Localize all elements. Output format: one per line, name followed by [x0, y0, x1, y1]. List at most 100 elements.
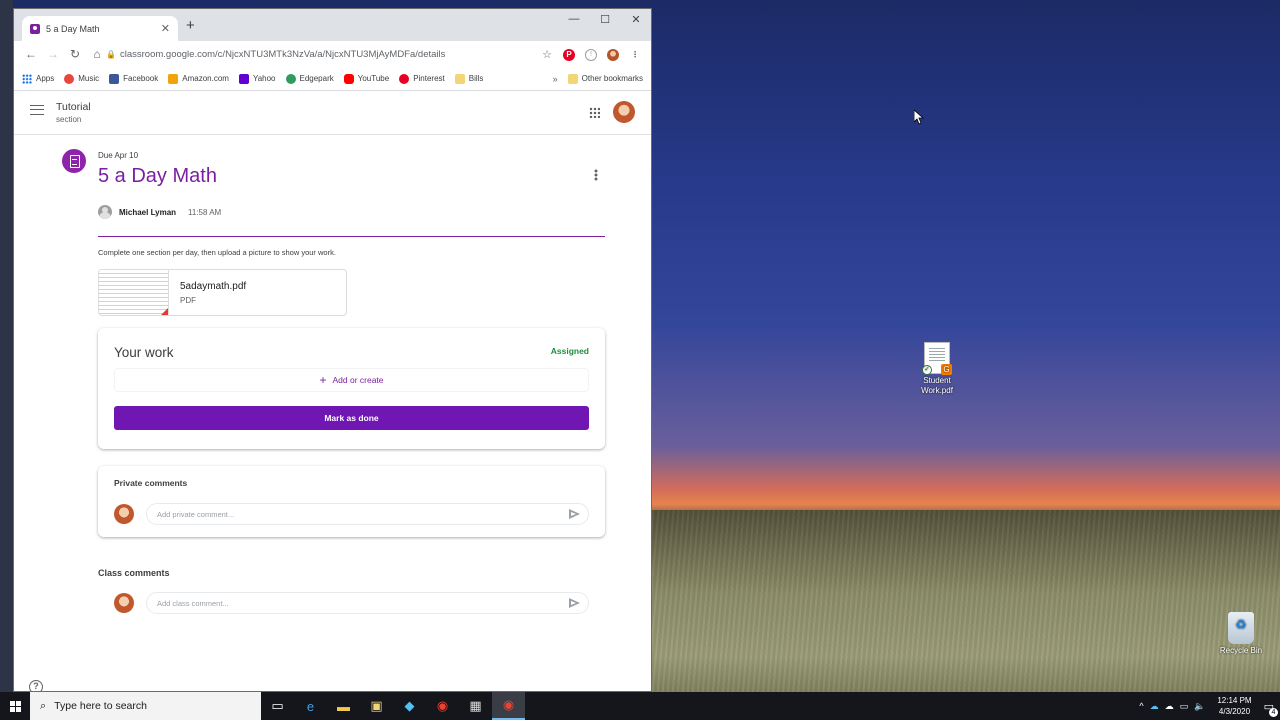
calculator-icon[interactable]: ▦	[459, 692, 492, 720]
more-bookmarks-icon[interactable]: »	[553, 74, 558, 84]
instructions: Complete one section per day, then uploa…	[98, 248, 336, 257]
taskbar: ⌕ Type here to search ▭ e ▬ ▣ ◆ ◉ ▦ ◉ ^ …	[0, 692, 1280, 720]
bookmark-amazon[interactable]: Amazon.com	[168, 73, 229, 84]
send-icon[interactable]	[569, 598, 580, 608]
tab-title: 5 a Day Math	[46, 23, 100, 34]
bookmark-star-icon[interactable]: ☆	[541, 49, 553, 61]
chrome-icon[interactable]: ◉	[426, 692, 459, 720]
due-date: Due Apr 10	[98, 151, 139, 160]
pinterest-extension-icon[interactable]: P	[563, 48, 575, 61]
facebook-icon	[109, 73, 120, 84]
author-avatar	[98, 205, 112, 219]
maximize-icon[interactable]: ☐	[590, 13, 620, 26]
browser-titlebar: 5 a Day Math ✕ + — ☐ ✕	[14, 9, 651, 41]
avatar[interactable]	[613, 101, 635, 123]
back-icon[interactable]: ←	[20, 47, 42, 61]
home-icon[interactable]: ⌂	[86, 47, 108, 61]
bookmark-apps[interactable]: Apps	[22, 73, 54, 84]
google-apps-icon[interactable]	[589, 107, 600, 118]
chevron-up-icon[interactable]: ^	[1139, 701, 1143, 711]
url-text[interactable]: classroom.google.com/c/NjcxNTU3MTk3NzVa/…	[120, 49, 533, 60]
attachment-name: 5adaymath.pdf	[180, 281, 247, 292]
chrome-active-icon[interactable]: ◉	[492, 692, 525, 720]
cloud-icon[interactable]: ☁	[1165, 701, 1174, 712]
divider	[98, 236, 605, 237]
volume-icon[interactable]: 🔈	[1194, 701, 1205, 712]
apps-grid-icon	[22, 73, 32, 84]
class-name[interactable]: Tutorial	[56, 101, 91, 113]
class-comment-placeholder: Add class comment...	[157, 598, 229, 608]
minimize-icon[interactable]: —	[559, 13, 589, 25]
class-section: section	[56, 115, 82, 124]
profile-avatar-icon[interactable]	[607, 48, 619, 61]
edgepark-icon	[285, 73, 296, 84]
attachment-card[interactable]: 5adaymath.pdf PDF	[98, 269, 347, 316]
app-icon[interactable]: ◆	[393, 692, 426, 720]
private-comments-card: Private comments Add private comment...	[98, 466, 605, 537]
pdf-file-icon: G ✓	[922, 342, 952, 375]
bookmarks-bar: Apps Music Facebook Amazon.com Yahoo Edg…	[14, 67, 651, 91]
bookmark-bills[interactable]: Bills	[454, 73, 483, 84]
plus-icon: +	[319, 373, 327, 387]
bookmark-facebook[interactable]: Facebook	[109, 73, 158, 84]
taskbar-search[interactable]: ⌕ Type here to search	[30, 692, 261, 720]
browser-tab[interactable]: 5 a Day Math ✕	[22, 16, 178, 41]
extension-icon[interactable]: !	[585, 48, 597, 61]
help-icon[interactable]: ?	[29, 680, 43, 691]
folder-icon	[454, 73, 465, 84]
more-options-icon[interactable]	[594, 169, 598, 181]
close-tab-icon[interactable]: ✕	[161, 22, 170, 35]
network-icon[interactable]: ▭	[1180, 701, 1189, 712]
recycle-bin-icon	[1228, 612, 1254, 644]
status-badge: Assigned	[550, 346, 589, 356]
chrome-menu-icon[interactable]: ⋮	[629, 49, 641, 61]
class-comment-input[interactable]: Add class comment...	[146, 592, 589, 614]
forward-icon[interactable]: →	[42, 47, 64, 61]
private-comment-input[interactable]: Add private comment...	[146, 503, 589, 525]
task-view-icon[interactable]: ▭	[261, 692, 294, 720]
desktop-icon-label: Student Work.pdf	[921, 376, 953, 395]
music-icon	[64, 73, 75, 84]
clock-time: 12:14 PM	[1217, 696, 1252, 705]
reload-icon[interactable]: ↻	[64, 47, 86, 61]
menu-icon[interactable]	[30, 105, 44, 115]
bookmark-music[interactable]: Music	[64, 73, 99, 84]
close-window-icon[interactable]: ✕	[621, 13, 651, 26]
new-tab-icon[interactable]: +	[186, 17, 195, 34]
file-explorer-icon[interactable]: ▬	[327, 692, 360, 720]
your-work-title: Your work	[114, 345, 174, 360]
classroom-favicon-icon	[30, 23, 40, 34]
yahoo-icon	[238, 73, 249, 84]
post-time: 11:58 AM	[188, 208, 222, 217]
assignment-icon	[62, 149, 86, 173]
bookmark-pinterest[interactable]: Pinterest	[399, 73, 445, 84]
onedrive-icon[interactable]: ☁	[1150, 701, 1159, 712]
youtube-icon	[343, 73, 354, 84]
classroom-app-bar: Tutorial section	[14, 91, 651, 135]
mark-as-done-button[interactable]: Mark as done	[114, 406, 589, 430]
amazon-icon	[168, 73, 179, 84]
bookmark-edgepark[interactable]: Edgepark	[285, 73, 334, 84]
author-name: Michael Lyman	[119, 208, 177, 217]
send-icon[interactable]	[569, 509, 580, 519]
lock-icon: 🔒	[106, 50, 116, 59]
notifications-icon[interactable]: ▭ 4	[1264, 700, 1278, 717]
search-icon: ⌕	[40, 699, 47, 712]
start-button[interactable]	[0, 692, 30, 720]
background-window-edge	[0, 0, 13, 692]
clock[interactable]: 12:14 PM 4/3/2020	[1211, 695, 1257, 717]
address-bar[interactable]: 🔒 classroom.google.com/c/NjcxNTU3MTk3NzV…	[106, 44, 641, 65]
edge-icon[interactable]: e	[294, 692, 327, 720]
classroom-page: Tutorial section Due Apr 10 5 a Day Math…	[14, 91, 651, 691]
add-or-create-button[interactable]: + Add or create	[114, 368, 589, 392]
other-bookmarks[interactable]: Other bookmarks	[567, 73, 643, 84]
desktop-icon-recycle-bin[interactable]: Recycle Bin	[1211, 612, 1271, 656]
desktop-icon-student-work[interactable]: G ✓ Student Work.pdf	[907, 342, 967, 396]
store-icon[interactable]: ▣	[360, 692, 393, 720]
search-placeholder: Type here to search	[54, 700, 147, 712]
private-comment-placeholder: Add private comment...	[157, 509, 235, 519]
your-work-card: Your work Assigned + Add or create Mark …	[98, 328, 605, 449]
bookmark-youtube[interactable]: YouTube	[343, 73, 389, 84]
bookmark-yahoo[interactable]: Yahoo	[238, 73, 276, 84]
assignment-title: 5 a Day Math	[98, 165, 217, 187]
